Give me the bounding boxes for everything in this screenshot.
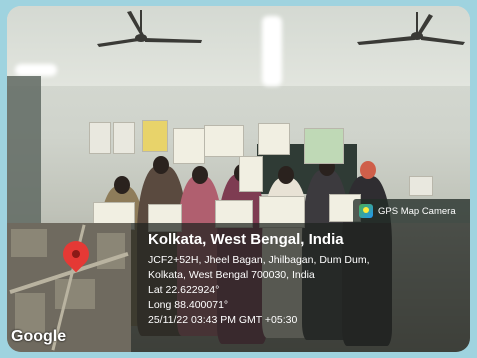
gps-map-camera-badge: GPS Map Camera <box>353 199 470 223</box>
latitude: Lat 22.622924° <box>148 284 220 296</box>
held-drawing <box>142 120 168 152</box>
gps-map-camera-icon <box>359 204 373 218</box>
google-watermark: Google <box>11 328 67 345</box>
map-block <box>11 229 47 257</box>
held-drawing <box>173 128 205 164</box>
address-line-2: Kolkata, West Bengal 700030, India <box>148 269 315 281</box>
timestamp: 25/11/22 03:43 PM GMT +05:30 <box>148 314 298 326</box>
wall-chart <box>113 122 135 154</box>
ceiling-fan-left <box>97 10 202 47</box>
student-head <box>278 166 294 184</box>
location-info-panel: Kolkata, West Bengal, India JCF2+52H, Jh… <box>131 223 470 352</box>
tube-light-center <box>262 16 282 86</box>
address-line-1: JCF2+52H, Jheel Bagan, Jhilbagan, Dum Du… <box>148 254 370 266</box>
held-drawing <box>204 125 244 157</box>
ceiling-fan-right <box>357 12 465 45</box>
map-block <box>55 279 95 309</box>
student-turban <box>360 161 376 179</box>
wall-notice <box>409 176 433 196</box>
longitude: Long 88.400071° <box>148 299 229 311</box>
student-head <box>192 166 208 184</box>
held-drawing <box>304 128 344 164</box>
student-head <box>114 176 130 194</box>
held-drawing <box>258 123 290 155</box>
held-drawing <box>239 156 263 192</box>
gps-badge-label: GPS Map Camera <box>378 205 456 217</box>
student-head <box>153 156 169 174</box>
map-block <box>15 293 45 333</box>
wall-chart <box>89 122 111 154</box>
tube-light-left <box>15 64 57 76</box>
location-title: Kolkata, West Bengal, India <box>148 231 344 248</box>
